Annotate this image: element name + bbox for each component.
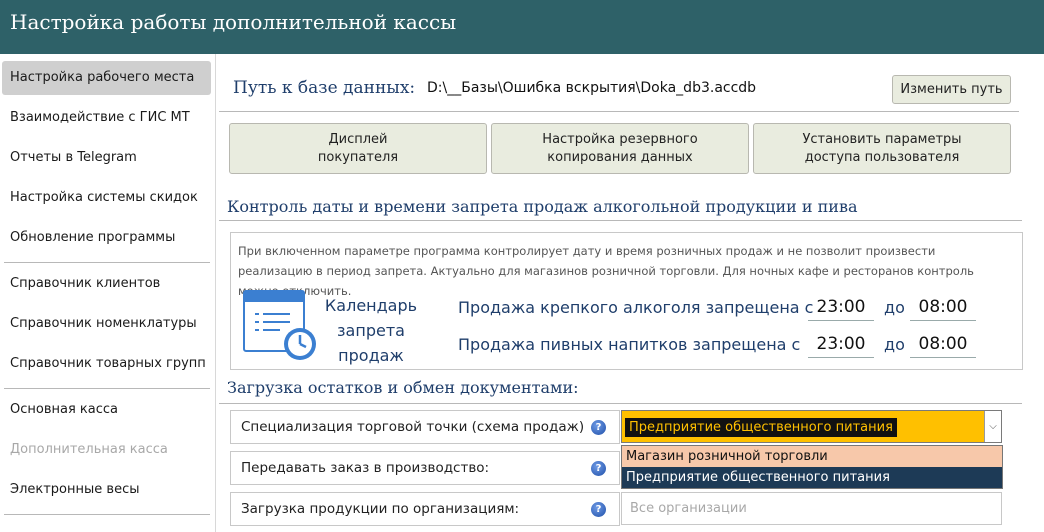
- organizations-label: Загрузка продукции по организациям:: [241, 501, 520, 517]
- sidebar-item-update[interactable]: Обновление программы: [2, 221, 211, 255]
- sidebar-item-product-groups[interactable]: Справочник товарных групп: [2, 347, 211, 381]
- strong-alcohol-ban-label: Продажа крепкого алкоголя запрещена с: [458, 298, 814, 317]
- divider: [219, 403, 1022, 404]
- sidebar-item-scales[interactable]: Электронные весы: [2, 473, 211, 507]
- customer-display-button[interactable]: Дисплей покупателя: [229, 123, 487, 174]
- calendar-label-3: продаж: [338, 346, 404, 365]
- production-order-label: Передавать заказ в производство:: [241, 460, 490, 476]
- sidebar-item-workplace[interactable]: Настройка рабочего места: [2, 61, 211, 95]
- specialization-dropdown: Магазин розничной торговли Предприятие о…: [621, 445, 1003, 489]
- beer-from-field[interactable]: 23:00: [808, 331, 874, 358]
- strong-alcohol-from-field[interactable]: 23:00: [808, 294, 874, 321]
- divider: [219, 111, 1019, 112]
- specialization-select[interactable]: Предприятие общественного питания ⌵: [621, 410, 1002, 443]
- help-icon[interactable]: ?: [591, 502, 606, 517]
- customer-display-label-1: Дисплей: [328, 131, 388, 147]
- sidebar-item-gis-mt[interactable]: Взаимодействие с ГИС МТ: [2, 101, 211, 135]
- db-path-value: D:\__Базы\Ошибка вскрытия\Doka_db3.accdb: [427, 80, 757, 96]
- alcohol-control-panel: При включенном параметре программа контр…: [230, 232, 1023, 370]
- sidebar-divider: [4, 514, 210, 515]
- divider: [219, 220, 1022, 221]
- customer-display-label-2: покупателя: [317, 149, 399, 165]
- chevron-down-icon[interactable]: ⌵: [984, 411, 1001, 442]
- calendar-label-2: запрета: [337, 321, 405, 340]
- production-order-row: Передавать заказ в производство: ?: [230, 451, 620, 485]
- main-panel: Путь к базе данных: D:\__Базы\Ошибка вск…: [217, 54, 1044, 532]
- user-access-label-1: Установить параметры: [802, 131, 962, 147]
- calendar-label[interactable]: Календарь запрета продаж: [321, 293, 421, 368]
- specialization-row: Специализация торговой точки (схема прод…: [230, 410, 620, 444]
- user-access-label-2: доступа пользователя: [804, 149, 960, 165]
- organizations-select: Все организации: [621, 492, 1002, 525]
- strong-alcohol-to-field[interactable]: 08:00: [910, 294, 976, 321]
- sidebar: Настройка рабочего места Взаимодействие …: [0, 54, 216, 532]
- db-path-label: Путь к базе данных:: [233, 78, 416, 98]
- sidebar-item-additional-register: Дополнительная касса: [10, 442, 168, 457]
- dropdown-option-retail[interactable]: Магазин розничной торговли: [622, 446, 1002, 467]
- backup-settings-button[interactable]: Настройка резервного копирования данных: [491, 123, 749, 174]
- backup-settings-label-2: копирования данных: [547, 149, 693, 165]
- user-access-button[interactable]: Установить параметры доступа пользовател…: [753, 123, 1011, 174]
- dropdown-option-catering[interactable]: Предприятие общественного питания: [622, 467, 1002, 488]
- change-path-button[interactable]: Изменить путь: [892, 75, 1011, 104]
- calendar-label-1: Календарь: [324, 296, 418, 315]
- organizations-row: Загрузка продукции по организациям: ?: [230, 492, 620, 526]
- calendar-clock-icon[interactable]: [242, 289, 318, 363]
- sidebar-divider: [4, 388, 210, 389]
- alcohol-section-title: Контроль даты и времени запрета продаж а…: [227, 197, 858, 216]
- specialization-label: Специализация торговой точки (схема прод…: [241, 419, 585, 435]
- beer-to-field[interactable]: 08:00: [910, 331, 976, 358]
- title-bar: Настройка работы дополнительной кассы: [0, 0, 1044, 54]
- beer-to-label: до: [884, 335, 905, 354]
- beer-ban-label: Продажа пивных напитков запрещена с: [458, 335, 801, 354]
- organizations-selected-value: Все организации: [630, 501, 747, 516]
- help-icon[interactable]: ?: [591, 461, 606, 476]
- sidebar-item-nomenclature[interactable]: Справочник номенклатуры: [2, 307, 211, 341]
- exchange-section-title: Загрузка остатков и обмен документами:: [227, 378, 579, 397]
- sidebar-item-discounts[interactable]: Настройка системы скидок: [2, 181, 211, 215]
- sidebar-item-telegram[interactable]: Отчеты в Telegram: [2, 141, 211, 175]
- sidebar-item-main-register[interactable]: Основная касса: [2, 393, 211, 427]
- specialization-selected-value: Предприятие общественного питания: [625, 418, 897, 437]
- sidebar-divider: [4, 262, 210, 263]
- strong-alcohol-to-label: до: [884, 298, 905, 317]
- window-title: Настройка работы дополнительной кассы: [10, 10, 457, 34]
- alcohol-info-text: При включенном параметре программа контр…: [238, 244, 974, 298]
- backup-settings-label-1: Настройка резервного: [542, 131, 698, 147]
- help-icon[interactable]: ?: [591, 420, 606, 435]
- sidebar-item-clients[interactable]: Справочник клиентов: [2, 267, 211, 301]
